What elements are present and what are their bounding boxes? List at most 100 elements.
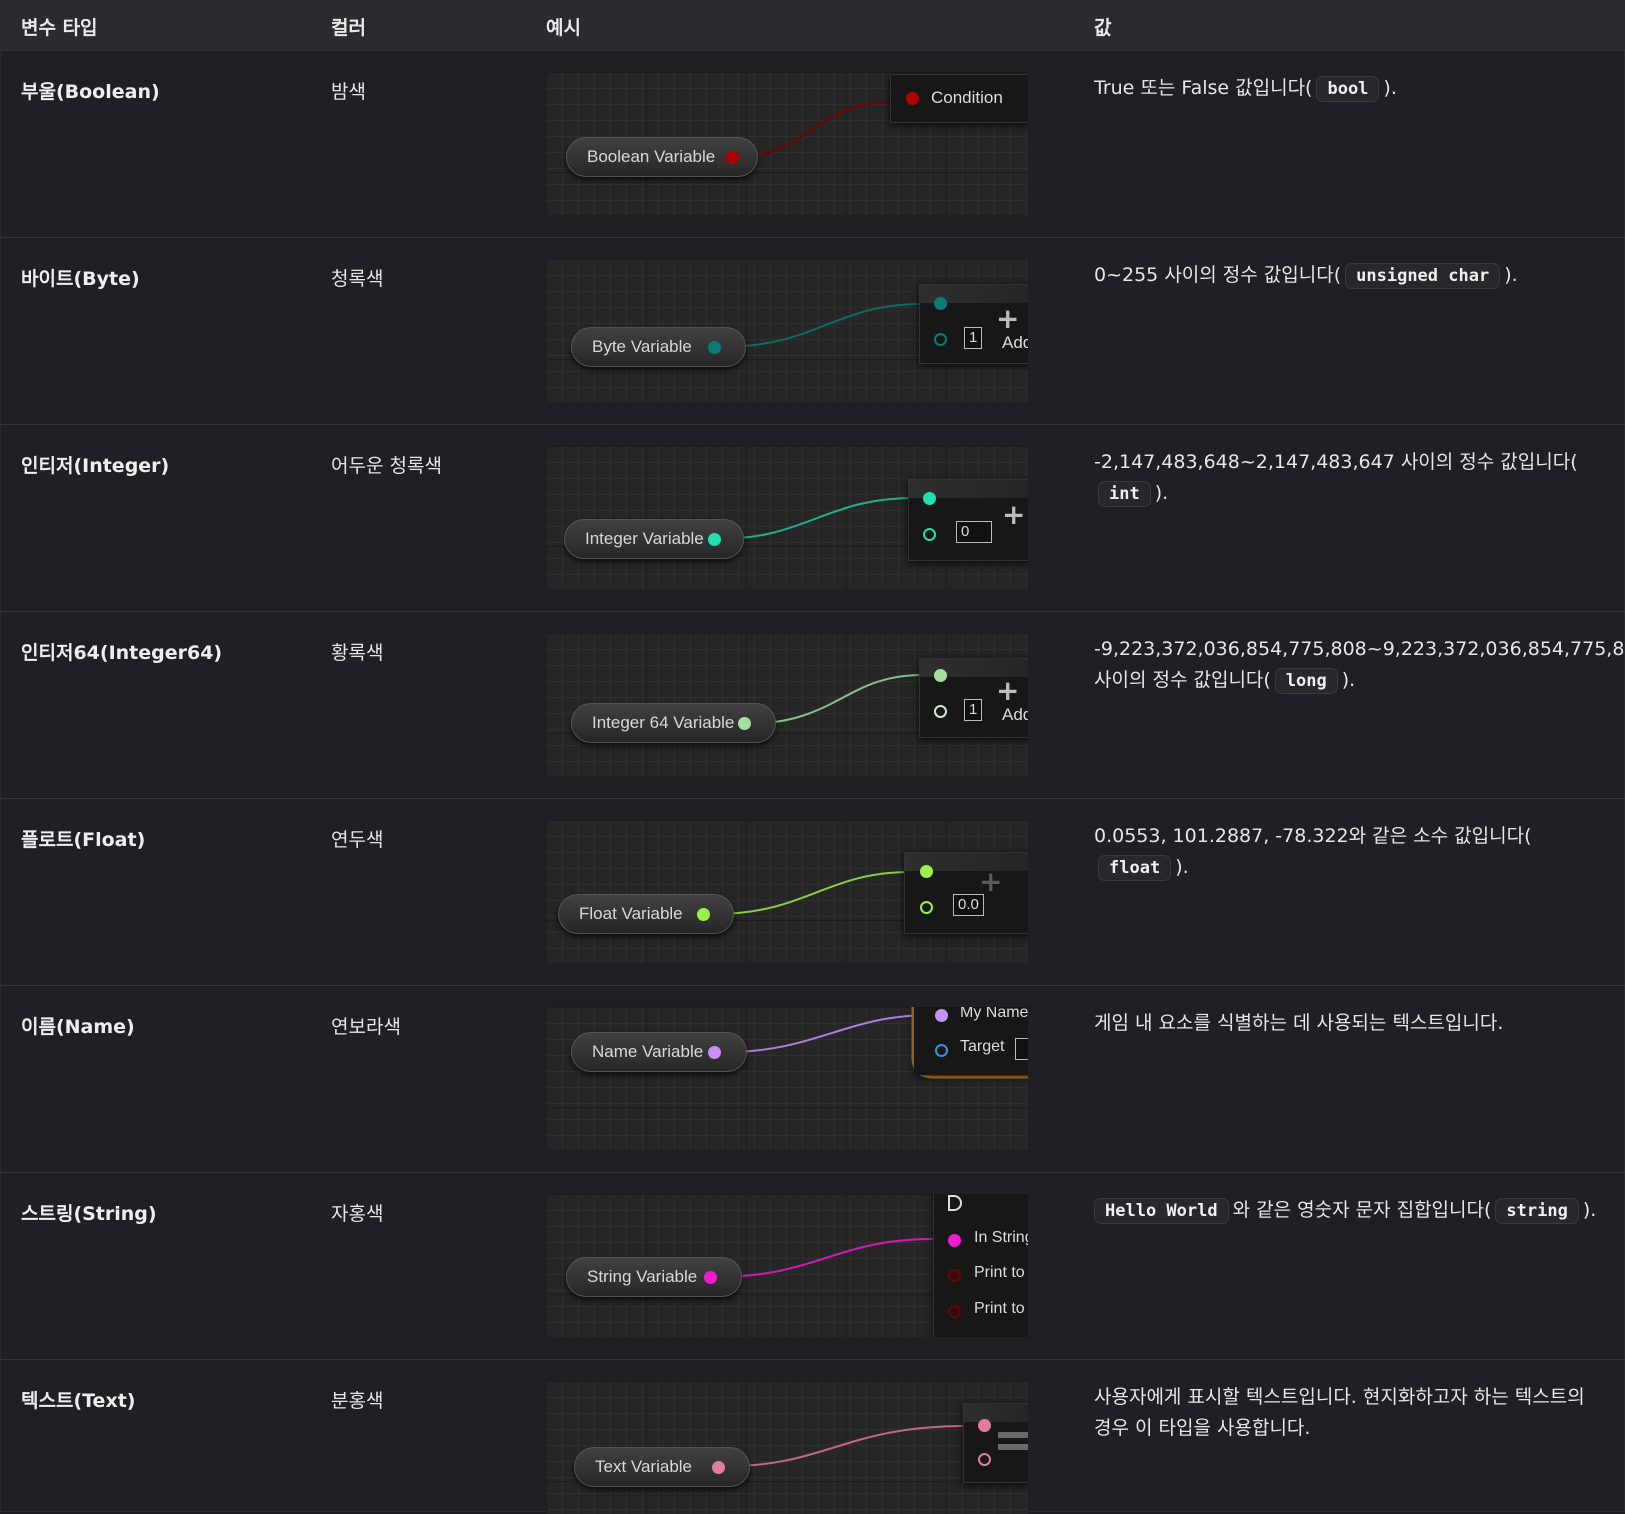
value-box: 0 <box>956 521 992 543</box>
color-cell: 자홍색 <box>331 1203 384 1225</box>
target-pin-icon <box>935 1044 948 1057</box>
code-badge: unsigned char <box>1345 263 1501 289</box>
condition-pin-icon <box>906 92 919 105</box>
example-image: In String Print to Print to String Varia… <box>546 1194 1028 1337</box>
input-pin-empty-icon <box>934 333 947 346</box>
in-string-label: In String <box>974 1229 1028 1246</box>
table-row-name: 이름(Name) 연보라색 My Name Target Name Variab… <box>1 985 1625 1172</box>
node-label: Byte Variable <box>592 337 692 356</box>
node-label: Name Variable <box>592 1042 704 1061</box>
target-value-box <box>1015 1038 1028 1060</box>
value-cell: -9,223,372,036,854,775,808~9,223,372,036… <box>1094 634 1625 696</box>
node-label: String Variable <box>587 1267 698 1286</box>
output-pin-icon <box>738 717 751 730</box>
plus-icon: + <box>979 865 1003 898</box>
input-pin-icon <box>934 297 947 310</box>
code-badge: string <box>1495 1198 1579 1224</box>
code-badge: bool <box>1316 76 1380 102</box>
add-label: Add <box>1002 705 1028 724</box>
table-row-integer: 인티저(Integer) 어두운 청록색 0 + Integer Variabl… <box>1 424 1625 611</box>
variable-type-table: 변수 타입 컬러 예시 값 부울(Boolean) 밤색 Condition B… <box>0 0 1625 1514</box>
value-cell: True 또는 False 값입니다(bool). <box>1094 73 1604 104</box>
color-cell: 분홍색 <box>331 1390 384 1412</box>
value-cell: 사용자에게 표시할 텍스트입니다. 현지화하고자 하는 텍스트의 경우 이 타입… <box>1094 1386 1585 1439</box>
type-cell: 플로트(Float) <box>21 829 146 851</box>
input-pin-empty-icon <box>934 705 947 718</box>
input-pin-empty-icon <box>978 1453 991 1466</box>
value-cell: Hello World 와 같은 영숫자 문자 집합입니다(string). <box>1094 1195 1604 1226</box>
table-row-string: 스트링(String) 자홍색 In String Print to Print… <box>1 1172 1625 1359</box>
table-row-text: 텍스트(Text) 분홍색 Text Variable 사용자에게 표시할 텍스… <box>1 1359 1625 1514</box>
color-cell: 밤색 <box>331 81 366 103</box>
example-image: 0 + Integer Variable <box>546 446 1028 589</box>
my-name-label: My Name <box>960 1007 1028 1021</box>
node-label: Float Variable <box>579 904 683 923</box>
equals-icon <box>998 1432 1028 1438</box>
color-cell: 어두운 청록색 <box>331 455 442 477</box>
table-row-byte: 바이트(Byte) 청록색 1 + Add Byte Variable 0~25… <box>1 237 1625 424</box>
input-pin-empty-icon <box>920 901 933 914</box>
code-badge: long <box>1274 668 1338 694</box>
value-box: 1 <box>964 327 983 349</box>
output-pin-icon <box>708 341 721 354</box>
add-label: Add <box>1002 333 1028 352</box>
plus-icon: + <box>996 674 1020 707</box>
output-pin-icon <box>704 1271 717 1284</box>
type-cell: 바이트(Byte) <box>21 268 140 290</box>
target-label: Target <box>960 1038 1005 1055</box>
print-to-log-label: Print to <box>974 1300 1025 1317</box>
node-label: Integer 64 Variable <box>592 713 735 732</box>
in-string-pin-icon <box>948 1234 961 1247</box>
input-pin-icon <box>923 492 936 505</box>
example-image: 0.0 + Float Variable <box>546 820 1028 963</box>
node-label: Text Variable <box>595 1457 693 1476</box>
type-cell: 텍스트(Text) <box>21 1390 136 1412</box>
color-cell: 황록색 <box>331 642 384 664</box>
type-cell: 이름(Name) <box>21 1016 135 1038</box>
code-badge-example: Hello World <box>1094 1198 1229 1224</box>
value-cell: 0.0553, 101.2887, -78.322와 같은 소수 값입니다(fl… <box>1094 821 1604 883</box>
color-cell: 연두색 <box>331 829 384 851</box>
condition-label: Condition <box>931 88 1003 107</box>
output-pin-icon <box>708 533 721 546</box>
code-badge: float <box>1098 855 1172 881</box>
add-node <box>904 852 1028 934</box>
print-to-screen-label: Print to <box>974 1264 1025 1281</box>
type-cell: 인티저64(Integer64) <box>21 642 223 664</box>
output-pin-icon <box>726 151 739 164</box>
equal-node <box>963 1403 1028 1483</box>
output-pin-icon <box>712 1461 725 1474</box>
type-cell: 부울(Boolean) <box>21 81 160 103</box>
type-cell: 인티저(Integer) <box>21 455 170 477</box>
input-pin-icon <box>978 1419 991 1432</box>
header-type: 변수 타입 <box>21 17 98 39</box>
table-row-boolean: 부울(Boolean) 밤색 Condition Boolean Variabl… <box>1 50 1625 237</box>
input-pin-icon <box>934 669 947 682</box>
example-image: Text Variable <box>546 1381 1028 1514</box>
table-header: 변수 타입 컬러 예시 값 <box>1 1 1625 50</box>
equals-icon-bottom <box>998 1444 1028 1450</box>
table-row-integer64: 인티저64(Integer64) 황록색 1 + Add Integer 64 … <box>1 611 1625 798</box>
color-cell: 청록색 <box>331 268 384 290</box>
plus-icon: + <box>1002 498 1026 531</box>
header-color: 컬러 <box>331 17 366 39</box>
color-cell: 연보라색 <box>331 1016 401 1038</box>
input-pin-empty-icon <box>923 528 936 541</box>
code-badge: int <box>1098 481 1151 507</box>
my-name-pin-icon <box>935 1009 948 1022</box>
value-cell: 0~255 사이의 정수 값입니다(unsigned char). <box>1094 260 1604 291</box>
value-cell: 게임 내 요소를 식별하는 데 사용되는 텍스트입니다. <box>1094 1012 1504 1034</box>
output-pin-icon <box>697 908 710 921</box>
header-example: 예시 <box>546 17 581 39</box>
value-box: 1 <box>964 699 983 721</box>
input-pin-icon <box>920 865 933 878</box>
value-cell: -2,147,483,648~2,147,483,647 사이의 정수 값입니다… <box>1094 447 1604 509</box>
node-label: Boolean Variable <box>587 147 716 166</box>
print-to-log-pin-icon <box>948 1305 961 1318</box>
output-pin-icon <box>708 1046 721 1059</box>
print-to-screen-pin-icon <box>948 1269 961 1282</box>
header-value: 값 <box>1094 17 1112 39</box>
example-image: 1 + Add Integer 64 Variable <box>546 633 1028 776</box>
example-image: 1 + Add Byte Variable <box>546 259 1028 402</box>
example-image: My Name Target Name Variable <box>546 1007 1028 1150</box>
